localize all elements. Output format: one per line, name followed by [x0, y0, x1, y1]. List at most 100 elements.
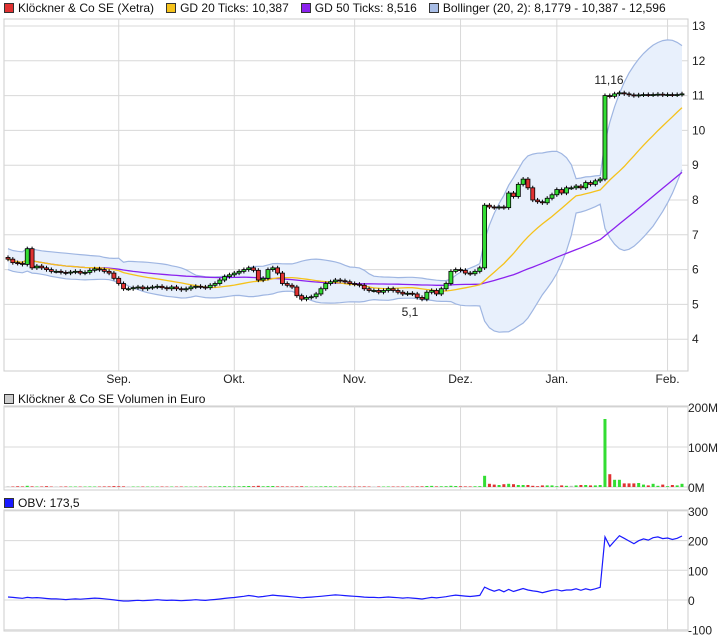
- candle-body: [462, 269, 468, 274]
- volume-bar: [497, 485, 501, 487]
- volume-bar: [247, 486, 251, 487]
- volume-bar: [256, 485, 260, 487]
- candle-body: [106, 270, 112, 274]
- candle-body: [409, 292, 415, 295]
- candle-body: [352, 283, 358, 285]
- candle-body: [679, 93, 685, 96]
- volume-bar: [603, 419, 607, 487]
- volume-bar: [502, 484, 506, 487]
- x-tick-label: Jan.: [545, 372, 568, 386]
- volume-bar: [20, 486, 24, 487]
- candle-body: [313, 293, 319, 298]
- candle-body: [665, 94, 670, 96]
- candle-body: [241, 269, 247, 272]
- y-tick-label: 9: [692, 158, 699, 172]
- candle-body: [482, 204, 488, 269]
- volume-bar: [434, 486, 438, 487]
- volume-tick-label: 0M: [688, 481, 705, 495]
- candle-body: [101, 269, 107, 272]
- high-annotation: 11,16: [594, 73, 623, 87]
- candle-body: [116, 277, 122, 284]
- candle-body: [491, 206, 497, 209]
- candle-body: [159, 285, 165, 289]
- candle-body: [525, 178, 531, 189]
- volume-bar: [242, 486, 246, 487]
- candle-body: [58, 270, 64, 273]
- candle-body: [140, 286, 146, 290]
- volume-bar: [670, 485, 674, 487]
- volume-bar: [285, 486, 289, 487]
- candle-body: [260, 277, 266, 281]
- candle-body: [559, 189, 565, 194]
- candle-body: [270, 267, 276, 270]
- candle-body: [371, 290, 377, 292]
- candle-body: [477, 267, 483, 272]
- candle-body: [29, 248, 35, 269]
- volume-bar: [107, 486, 111, 487]
- candle-body: [169, 286, 175, 290]
- volume-bar: [290, 486, 294, 487]
- candle-body: [390, 288, 396, 291]
- candle-body: [511, 192, 516, 197]
- volume-bar: [540, 485, 544, 487]
- candle-body: [395, 290, 401, 293]
- candle-body: [458, 269, 463, 272]
- volume-bar: [468, 486, 472, 487]
- candle-body: [202, 286, 208, 289]
- y-tick-label: 8: [692, 193, 699, 207]
- x-tick-label: Okt.: [223, 372, 245, 386]
- candle-body: [376, 290, 382, 293]
- volume-bar: [266, 486, 270, 487]
- candle-body: [564, 187, 569, 194]
- candle-body: [294, 286, 300, 297]
- candle-body: [135, 286, 141, 289]
- candle-body: [414, 293, 420, 298]
- candle-body: [405, 292, 410, 295]
- candle-body: [323, 283, 329, 290]
- volume-bar: [30, 486, 34, 487]
- volume-bar: [6, 486, 10, 487]
- candle-body: [121, 283, 126, 290]
- candle-body: [544, 197, 550, 204]
- candle-body: [145, 287, 151, 290]
- volume-bar: [300, 486, 304, 487]
- candle-body: [602, 95, 608, 180]
- x-tick-label: Nov.: [343, 372, 367, 386]
- candle-body: [130, 287, 136, 290]
- volume-bar: [237, 486, 241, 487]
- volume-bar: [425, 486, 429, 487]
- candle-body: [304, 297, 309, 300]
- stock-chart: Sep. Okt. Nov. Dez. Jan. Feb. 13 12 11 10 9 8 7 6 5 4 11…: [3, 18, 718, 638]
- volume-bar: [314, 486, 318, 487]
- candle-body: [318, 288, 324, 295]
- candle-body: [5, 257, 11, 260]
- candle-body: [275, 267, 281, 274]
- candle-body: [82, 271, 88, 274]
- candle-body: [361, 284, 367, 290]
- candle-body: [125, 288, 131, 291]
- candle-body: [645, 94, 651, 96]
- volume-bar: [459, 486, 463, 487]
- volume-tick-label: 200M: [688, 401, 718, 415]
- candle-body: [438, 288, 444, 295]
- volume-bar: [271, 486, 275, 487]
- candle-body: [207, 284, 213, 289]
- candle-body: [246, 267, 252, 270]
- y-tick-label: 5: [692, 297, 699, 311]
- candle-body: [419, 297, 425, 300]
- obv-line: [7, 534, 683, 602]
- volume-bar: [651, 483, 655, 487]
- volume-bar: [213, 486, 217, 487]
- candle-body: [342, 280, 348, 283]
- obv-tick-label: -100: [688, 624, 712, 638]
- volume-bar: [584, 485, 588, 487]
- candle-body: [631, 94, 637, 97]
- obv-tick-label: 100: [688, 564, 708, 578]
- y-tick-label: 4: [692, 332, 699, 346]
- volume-bar: [227, 486, 231, 487]
- candle-body: [520, 178, 526, 185]
- volume-bar: [208, 486, 212, 487]
- volume-bar: [680, 483, 684, 487]
- volume-bar: [656, 485, 660, 487]
- candle-body: [539, 201, 545, 204]
